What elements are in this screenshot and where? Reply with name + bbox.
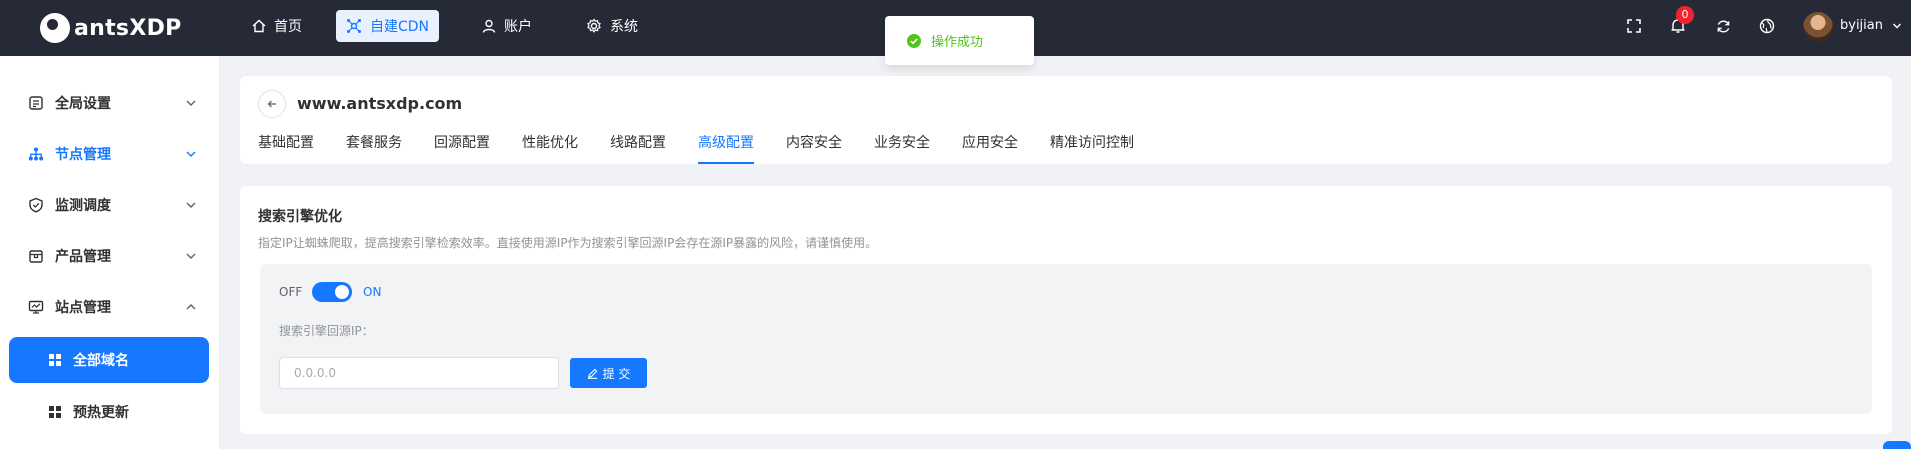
- fullscreen-icon: [1627, 19, 1641, 33]
- sidebar-subitem-label: 预热更新: [73, 405, 129, 421]
- sidebar-subitem-label: 全部域名: [73, 353, 129, 369]
- logo-text: antsXDP: [74, 15, 182, 41]
- globe-icon: [1759, 18, 1775, 34]
- cdn-network-icon: [347, 19, 361, 33]
- nav-home-label: 首页: [274, 19, 302, 35]
- sidebar-item-node-management[interactable]: 节点管理: [0, 132, 219, 176]
- seo-toggle-switch[interactable]: [312, 282, 352, 302]
- sidebar-item-monitoring[interactable]: 监测调度: [0, 183, 219, 227]
- settings-doc-icon: [29, 96, 43, 110]
- ant-logo-icon: [40, 13, 70, 43]
- back-button[interactable]: [258, 90, 286, 118]
- switch-on-label: ON: [363, 285, 382, 299]
- chevron-down-icon: [186, 100, 196, 106]
- switch-knob: [335, 285, 349, 299]
- nav-cdn-label: 自建CDN: [370, 19, 430, 35]
- tab-line-config[interactable]: 线路配置: [610, 132, 666, 164]
- user-icon: [482, 19, 496, 33]
- nav-system-label: 系统: [610, 19, 638, 35]
- seo-form-panel: OFF ON 搜索引擎回源IP： 提 交: [260, 264, 1872, 414]
- username[interactable]: byijian: [1840, 18, 1883, 33]
- domain-header-card: www.antsxdp.com 基础配置 套餐服务 回源配置 性能优化 线路配置…: [240, 76, 1892, 164]
- chevron-down-icon: [186, 151, 196, 157]
- sidebar-item-site-management[interactable]: 站点管理: [0, 285, 219, 329]
- success-toast: 操作成功: [885, 16, 1034, 65]
- config-tabs: 基础配置 套餐服务 回源配置 性能优化 线路配置 高级配置 内容安全 业务安全 …: [258, 132, 1166, 164]
- sidebar-item-product-management[interactable]: 产品管理: [0, 234, 219, 278]
- chevron-up-icon: [186, 304, 196, 310]
- submit-label: 提 交: [602, 366, 631, 381]
- origin-ip-label: 搜索引擎回源IP：: [279, 324, 374, 338]
- home-icon: [252, 19, 266, 33]
- node-tree-icon: [28, 147, 44, 161]
- tab-advanced-config[interactable]: 高级配置: [698, 132, 754, 164]
- sidebar-item-label: 站点管理: [55, 300, 111, 316]
- notification-badge: 0: [1676, 6, 1694, 24]
- submit-button[interactable]: 提 交: [570, 358, 647, 388]
- chevron-down-icon[interactable]: [1892, 21, 1902, 31]
- switch-off-label: OFF: [279, 285, 303, 299]
- section-title: 搜索引擎优化: [258, 209, 342, 225]
- app-logo[interactable]: antsXDP: [40, 12, 182, 44]
- sidebar-item-label: 节点管理: [55, 147, 111, 163]
- tab-performance[interactable]: 性能优化: [522, 132, 578, 164]
- refresh-button[interactable]: [1713, 16, 1733, 36]
- floating-action-button[interactable]: [1883, 441, 1911, 449]
- toast-message: 操作成功: [931, 35, 984, 50]
- arrow-left-icon: [267, 100, 276, 108]
- section-description: 指定IP让蜘蛛爬取，提高搜索引擎检索效率。直接使用源IP作为搜索引擎回源IP会存…: [258, 236, 878, 250]
- grid-icon: [49, 354, 61, 366]
- nav-home[interactable]: 首页: [242, 10, 312, 42]
- edit-icon: [587, 368, 597, 379]
- tab-app-security[interactable]: 应用安全: [962, 132, 1018, 164]
- page-title: www.antsxdp.com: [297, 94, 463, 113]
- avatar[interactable]: [1803, 12, 1833, 42]
- sidebar-item-global-settings[interactable]: 全局设置: [0, 81, 219, 125]
- sidebar-item-label: 全局设置: [55, 96, 111, 112]
- sidebar-subitem-preheat-update[interactable]: 预热更新: [9, 389, 209, 435]
- refresh-icon: [1717, 20, 1729, 32]
- language-button[interactable]: [1757, 16, 1777, 36]
- monitor-icon: [28, 300, 44, 314]
- grid-icon: [49, 406, 61, 418]
- nav-system[interactable]: 系统: [576, 10, 648, 42]
- tab-package-service[interactable]: 套餐服务: [346, 132, 402, 164]
- gear-icon: [587, 18, 601, 33]
- origin-ip-input[interactable]: [279, 357, 559, 389]
- sidebar-item-label: 产品管理: [55, 249, 111, 265]
- tab-basic-config[interactable]: 基础配置: [258, 132, 314, 164]
- chevron-down-icon: [186, 202, 196, 208]
- nav-account-label: 账户: [504, 19, 532, 35]
- tab-access-control[interactable]: 精准访问控制: [1050, 132, 1134, 164]
- box-icon: [29, 250, 43, 263]
- tab-business-security[interactable]: 业务安全: [874, 132, 930, 164]
- chevron-down-icon: [186, 253, 196, 259]
- shield-check-icon: [29, 197, 43, 213]
- nav-cdn[interactable]: 自建CDN: [336, 10, 440, 42]
- fullscreen-button[interactable]: [1624, 16, 1644, 36]
- success-check-icon: [907, 33, 921, 48]
- sidebar-subitem-all-domains[interactable]: 全部域名: [9, 337, 209, 383]
- tab-origin-config[interactable]: 回源配置: [434, 132, 490, 164]
- sidebar-item-label: 监测调度: [55, 198, 111, 214]
- seo-settings-card: 搜索引擎优化 指定IP让蜘蛛爬取，提高搜索引擎检索效率。直接使用源IP作为搜索引…: [240, 186, 1892, 434]
- sidebar: 全局设置 节点管理 监测调度 产品管理 站点管理 全部域名 预热更新: [0, 56, 219, 449]
- tab-content-security[interactable]: 内容安全: [786, 132, 842, 164]
- nav-account[interactable]: 账户: [472, 10, 542, 42]
